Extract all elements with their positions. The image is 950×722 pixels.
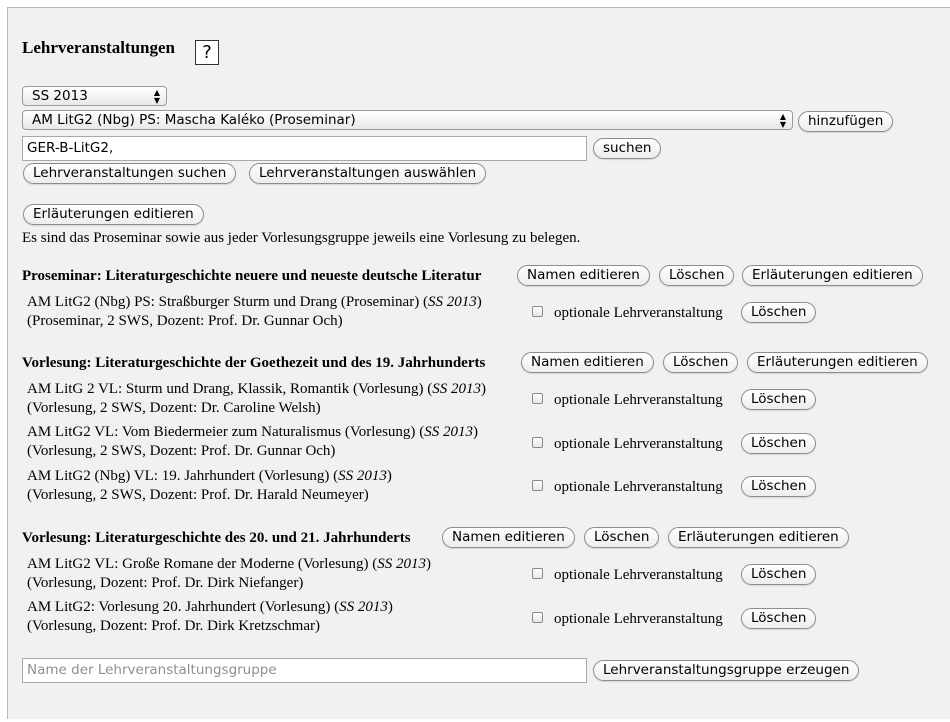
course-semester: SS 2013 bbox=[427, 294, 477, 310]
optional-checkbox[interactable] bbox=[532, 393, 543, 404]
group-edit-names-button[interactable]: Namen editieren bbox=[517, 265, 650, 286]
course-item: AM LitG 2 VL: Sturm und Drang, Klassik, … bbox=[27, 381, 487, 397]
optional-label: optionale Lehrveranstaltung bbox=[554, 305, 723, 321]
course-details: (Vorlesung, Dozent: Prof. Dr. Dirk Niefa… bbox=[27, 575, 304, 591]
course-delete-button[interactable]: Löschen bbox=[741, 302, 817, 323]
course-name: AM LitG2 (Nbg) PS: Straßburger Sturm und… bbox=[27, 294, 420, 310]
optional-label: optionale Lehrveranstaltung bbox=[554, 436, 723, 452]
semester-select-value: SS 2013 bbox=[32, 88, 88, 104]
course-name: AM LitG2: Vorlesung 20. Jahrhundert (Vor… bbox=[27, 599, 331, 615]
search-button[interactable]: suchen bbox=[593, 138, 662, 159]
edit-explanations-button[interactable]: Erläuterungen editieren bbox=[23, 204, 204, 225]
optional-label: optionale Lehrveranstaltung bbox=[554, 392, 723, 408]
optional-checkbox[interactable] bbox=[532, 612, 543, 623]
optional-checkbox[interactable] bbox=[532, 306, 543, 317]
course-details: (Vorlesung, 2 SWS, Dozent: Prof. Dr. Har… bbox=[27, 487, 369, 503]
course-delete-button[interactable]: Löschen bbox=[741, 433, 817, 454]
course-delete-button[interactable]: Löschen bbox=[741, 476, 817, 497]
group-title: Vorlesung: Literaturgeschichte der Goeth… bbox=[22, 355, 486, 371]
course-item: AM LitG2 VL: Große Romane der Moderne (V… bbox=[27, 556, 431, 572]
course-select[interactable]: AM LitG2 (Nbg) PS: Mascha Kaléko (Prosem… bbox=[22, 110, 793, 130]
course-name: AM LitG2 (Nbg) VL: 19. Jahrhundert (Vorl… bbox=[27, 468, 330, 484]
optional-label: optionale Lehrveranstaltung bbox=[554, 567, 723, 583]
add-course-button[interactable]: hinzufügen bbox=[798, 111, 894, 132]
select-courses-button[interactable]: Lehrveranstaltungen auswählen bbox=[249, 163, 487, 184]
select-arrows-icon: ▲ ▼ bbox=[779, 112, 787, 129]
optional-label: optionale Lehrveranstaltung bbox=[554, 611, 723, 627]
course-item: AM LitG2 (Nbg) VL: 19. Jahrhundert (Vorl… bbox=[27, 468, 392, 484]
create-group-button[interactable]: Lehrveranstaltungsgruppe erzeugen bbox=[593, 660, 860, 681]
optional-checkbox[interactable] bbox=[532, 568, 543, 579]
semester-select[interactable]: SS 2013 ▲ ▼ bbox=[22, 86, 167, 106]
optional-checkbox[interactable] bbox=[532, 437, 543, 448]
course-select-value: AM LitG2 (Nbg) PS: Mascha Kaléko (Prosem… bbox=[32, 112, 356, 128]
course-details: (Proseminar, 2 SWS, Dozent: Prof. Dr. Gu… bbox=[27, 313, 343, 329]
group-name-input[interactable]: Name der Lehrveranstaltungsgruppe bbox=[22, 658, 587, 683]
select-arrows-icon: ▲ ▼ bbox=[153, 88, 161, 105]
course-name: AM LitG2 VL: Große Romane der Moderne (V… bbox=[27, 556, 369, 572]
course-semester: SS 2013 bbox=[338, 468, 387, 484]
course-details: (Vorlesung, Dozent: Prof. Dr. Dirk Kretz… bbox=[27, 618, 320, 634]
course-delete-button[interactable]: Löschen bbox=[741, 389, 817, 410]
course-semester: SS 2013 bbox=[424, 424, 473, 440]
help-icon[interactable]: ? bbox=[195, 40, 219, 65]
course-item: AM LitG2 VL: Vom Biedermeier zum Natural… bbox=[27, 424, 478, 440]
group-edit-explanations-button[interactable]: Erläuterungen editieren bbox=[747, 352, 928, 373]
search-courses-button[interactable]: Lehrveranstaltungen suchen bbox=[23, 163, 237, 184]
course-delete-button[interactable]: Löschen bbox=[741, 564, 817, 585]
page-title: Lehrveranstaltungen bbox=[22, 38, 175, 57]
group-edit-names-button[interactable]: Namen editieren bbox=[442, 527, 575, 548]
group-delete-button[interactable]: Löschen bbox=[659, 265, 735, 286]
group-delete-button[interactable]: Löschen bbox=[663, 352, 739, 373]
course-details: (Vorlesung, 2 SWS, Dozent: Dr. Caroline … bbox=[27, 400, 321, 416]
course-semester: SS 2013 bbox=[432, 381, 482, 397]
explanation-text: Es sind das Proseminar sowie aus jeder V… bbox=[22, 230, 581, 246]
course-details: (Vorlesung, 2 SWS, Dozent: Prof. Dr. Gun… bbox=[27, 443, 336, 459]
course-semester: SS 2013 bbox=[377, 556, 426, 572]
group-edit-names-button[interactable]: Namen editieren bbox=[521, 352, 654, 373]
course-delete-button[interactable]: Löschen bbox=[741, 608, 817, 629]
optional-label: optionale Lehrveranstaltung bbox=[554, 479, 723, 495]
course-semester: SS 2013 bbox=[339, 599, 388, 615]
optional-checkbox[interactable] bbox=[532, 480, 543, 491]
course-item: AM LitG2: Vorlesung 20. Jahrhundert (Vor… bbox=[27, 599, 393, 615]
course-item: AM LitG2 (Nbg) PS: Straßburger Sturm und… bbox=[27, 294, 482, 310]
group-title: Vorlesung: Literaturgeschichte des 20. u… bbox=[22, 530, 411, 546]
group-edit-explanations-button[interactable]: Erläuterungen editieren bbox=[668, 527, 849, 548]
course-name: AM LitG2 VL: Vom Biedermeier zum Natural… bbox=[27, 424, 416, 440]
search-input[interactable]: GER-B-LitG2, bbox=[22, 136, 587, 161]
group-title: Proseminar: Literaturgeschichte neuere u… bbox=[22, 268, 482, 284]
group-delete-button[interactable]: Löschen bbox=[584, 527, 660, 548]
course-name: AM LitG 2 VL: Sturm und Drang, Klassik, … bbox=[27, 381, 424, 397]
group-edit-explanations-button[interactable]: Erläuterungen editieren bbox=[742, 265, 923, 286]
